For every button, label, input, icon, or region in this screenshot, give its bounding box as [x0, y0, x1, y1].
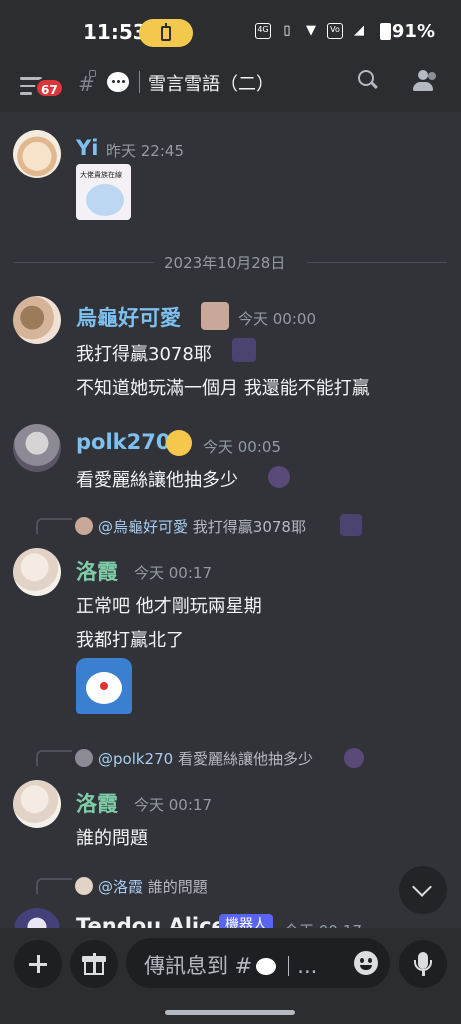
sticker-image[interactable]	[76, 658, 132, 714]
reply-author: @polk270	[98, 750, 174, 768]
avatar[interactable]	[13, 296, 61, 344]
channel-header: 67 # 雪言雪語（二）	[0, 62, 461, 112]
avatar[interactable]	[13, 908, 61, 928]
message-text: 誰的問題	[76, 828, 148, 849]
placeholder-ellipsis: ...	[297, 954, 318, 978]
reply-preview[interactable]: @polk270 看愛麗絲讓他抽多少	[98, 748, 313, 769]
message-author[interactable]: 洛霞	[76, 556, 118, 586]
wifi-icon: ▼	[306, 23, 316, 38]
reply-connector	[36, 518, 72, 534]
emoji-icon[interactable]	[354, 951, 378, 975]
volte-icon: Vo	[327, 23, 343, 39]
message-author[interactable]: polk270	[76, 430, 170, 454]
message-text: 不知道她玩滿一個月 我還能不能打贏	[76, 378, 370, 399]
message-author[interactable]: Tendou Alice	[76, 914, 226, 928]
avatar[interactable]	[13, 548, 61, 596]
message-input[interactable]: 傳訊息到 #...	[126, 938, 390, 988]
speech-bubble-icon	[256, 958, 277, 975]
reply-text: 我打得贏3078耶	[192, 518, 306, 536]
header-separator	[139, 71, 140, 93]
gift-icon[interactable]	[70, 940, 118, 988]
home-indicator[interactable]	[165, 1010, 295, 1015]
message-timestamp: 今天 00:00	[238, 310, 316, 328]
sticker-text: 大佬貴族在線	[80, 171, 122, 179]
chevron-down-icon[interactable]	[399, 866, 447, 914]
date-divider-line	[14, 262, 154, 263]
message-author[interactable]: Yi	[76, 136, 98, 160]
reply-avatar	[75, 877, 93, 895]
message-timestamp: 昨天 22:45	[106, 142, 184, 160]
custom-emoji-icon	[268, 466, 290, 488]
author-emoji-icon	[201, 302, 229, 330]
sticker-image[interactable]: 大佬貴族在線	[76, 164, 131, 220]
message-timestamp: 今天 00:17	[284, 920, 362, 928]
battery-saver-pill	[139, 19, 193, 47]
status-icons: 4G ▯ ▼ Vo ◢	[255, 23, 367, 39]
reply-avatar	[75, 517, 93, 535]
avatar[interactable]	[13, 424, 61, 472]
notification-badge: 67	[35, 78, 64, 98]
reply-text: 誰的問題	[147, 878, 208, 896]
bot-tag: 機器人	[219, 914, 273, 928]
message-list[interactable]: Yi 昨天 22:45 大佬貴族在線 2023年10月28日 烏龜好可愛 今天 …	[0, 112, 461, 928]
speech-bubble-icon	[107, 72, 129, 92]
reply-preview[interactable]: @洛霞 誰的問題	[98, 876, 208, 897]
placeholder-text: 傳訊息到 #	[144, 954, 253, 978]
message-text: 我都打贏北了	[76, 630, 184, 651]
channel-name[interactable]: 雪言雪語（二）	[148, 70, 274, 96]
members-icon[interactable]	[412, 70, 438, 92]
custom-emoji-icon	[344, 748, 364, 768]
reply-connector	[36, 878, 72, 894]
message-composer: 傳訊息到 #...	[0, 928, 461, 1024]
message-text: 看愛麗絲讓他抽多少	[76, 470, 238, 491]
message-author[interactable]: 洛霞	[76, 788, 118, 818]
battery-level-icon	[380, 23, 391, 40]
wizard-emoji-icon	[166, 430, 192, 456]
reply-preview[interactable]: @烏龜好可愛 我打得贏3078耶	[98, 516, 306, 537]
date-divider-line	[307, 262, 447, 263]
vibrate-icon: ▯	[283, 23, 291, 38]
custom-emoji-icon	[340, 514, 362, 536]
battery-icon	[161, 23, 171, 41]
battery-percent: 91%	[391, 21, 435, 42]
message-placeholder: 傳訊息到 #...	[144, 950, 317, 980]
message-text: 正常吧 他才剛玩兩星期	[76, 596, 262, 617]
input-separator	[288, 956, 290, 976]
message-text: 我打得贏3078耶	[76, 344, 212, 365]
avatar[interactable]	[13, 130, 61, 178]
signal-icon: ◢	[354, 23, 364, 38]
reply-avatar	[75, 749, 93, 767]
date-divider: 2023年10月28日	[164, 254, 286, 272]
status-time: 11:53	[83, 20, 147, 44]
avatar[interactable]	[13, 780, 61, 828]
message-timestamp: 今天 00:05	[203, 438, 281, 456]
reply-author: @烏龜好可愛	[98, 518, 189, 536]
microphone-icon[interactable]	[399, 940, 447, 988]
reply-connector	[36, 750, 72, 766]
reply-author: @洛霞	[98, 878, 144, 896]
plus-icon[interactable]	[14, 940, 62, 988]
message-author[interactable]: 烏龜好可愛	[76, 302, 181, 332]
custom-emoji-icon	[232, 338, 256, 362]
reply-text: 看愛麗絲讓他抽多少	[177, 750, 313, 768]
status-bar: 11:53 4G ▯ ▼ Vo ◢ 91%	[0, 0, 461, 62]
search-icon[interactable]	[358, 70, 380, 92]
message-timestamp: 今天 00:17	[134, 796, 212, 814]
lock-icon	[89, 70, 96, 77]
network-type-icon: 4G	[255, 23, 271, 39]
message-timestamp: 今天 00:17	[134, 564, 212, 582]
